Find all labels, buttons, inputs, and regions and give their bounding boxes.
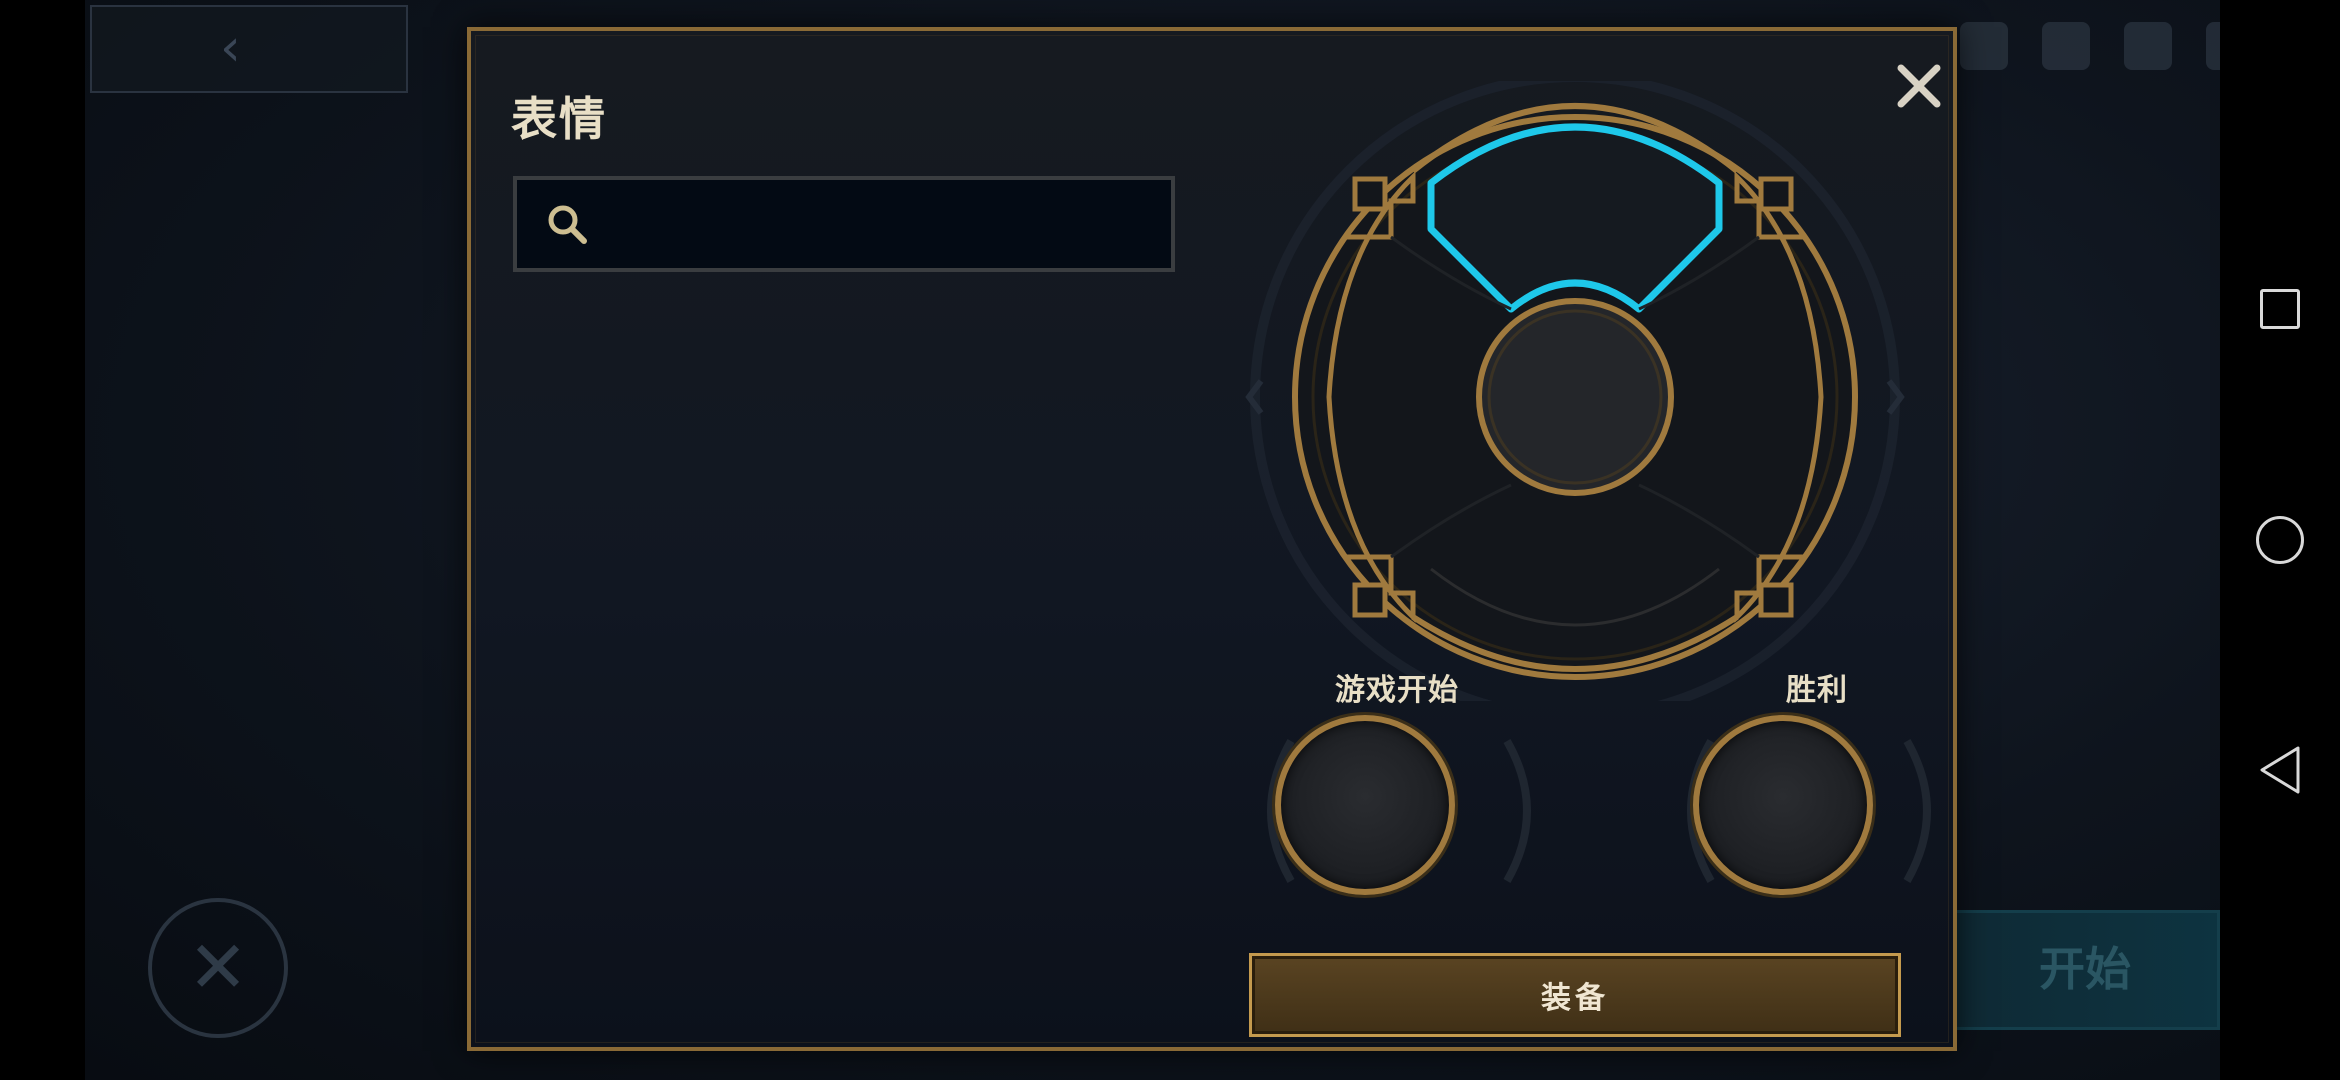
equip-button[interactable]: 装备	[1249, 953, 1901, 1037]
home-button[interactable]	[2252, 512, 2308, 568]
wheel-slot-center[interactable]	[1476, 298, 1674, 496]
search-icon	[537, 194, 597, 254]
emote-dialog: 表情 游戏开始 胜利 装备	[467, 27, 1957, 1051]
recents-button[interactable]	[2252, 281, 2308, 337]
square-icon	[2260, 289, 2300, 329]
triangle-back-icon	[2260, 746, 2300, 794]
background-cancel-icon: ✕	[148, 898, 288, 1038]
slot-label-game-start: 游戏开始	[1335, 673, 1459, 708]
circle-icon	[2256, 516, 2304, 564]
background-bell-icon	[2124, 22, 2172, 70]
slot-label-victory: 胜利	[1786, 673, 1848, 708]
background-profile-icon	[1960, 22, 2008, 70]
background-store-icon	[2042, 22, 2090, 70]
dialog-title: 表情	[511, 92, 607, 146]
emote-wheel	[1245, 81, 1905, 701]
background-back-button	[90, 5, 408, 93]
screen: ‹ ✕ 开始 表情 游戏开始 胜利 装备	[0, 0, 2340, 1080]
search-box[interactable]	[513, 176, 1175, 272]
slot-game-start[interactable]	[1275, 715, 1455, 895]
background-start-button: 开始	[1950, 910, 2220, 1030]
slot-victory[interactable]	[1693, 715, 1873, 895]
search-input[interactable]	[597, 183, 1171, 265]
background-back-arrow-icon: ‹	[220, 18, 241, 78]
back-button[interactable]	[2252, 742, 2308, 798]
